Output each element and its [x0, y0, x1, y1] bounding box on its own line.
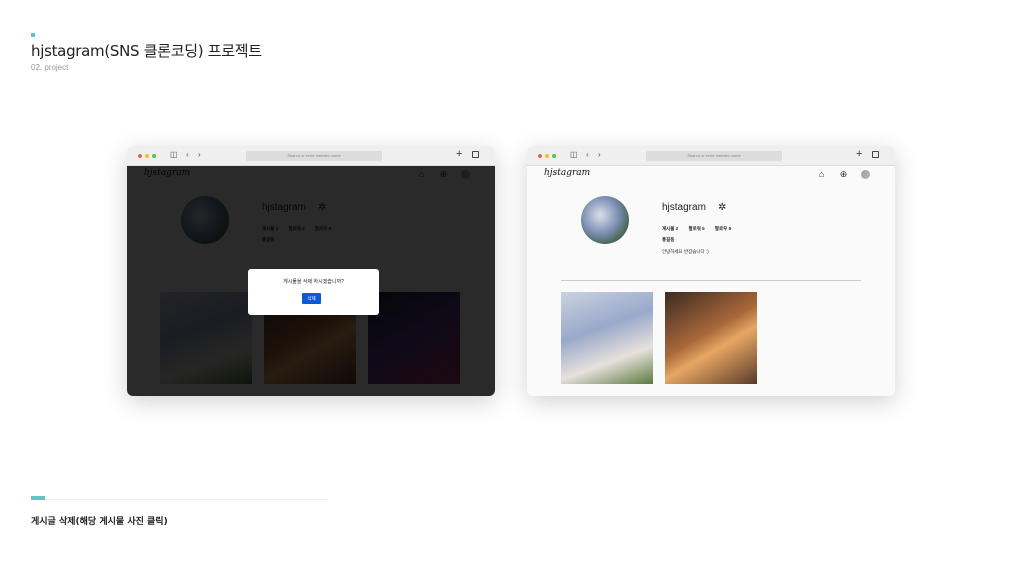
maximize-dot-icon[interactable]: [152, 154, 156, 158]
stat-following[interactable]: 팔로우 5: [715, 226, 731, 231]
browser-titlebar: ◫ ‹ › Search or enter website name +: [127, 146, 495, 166]
profile-name: 홍길동: [662, 237, 675, 242]
new-tab-icon[interactable]: +: [856, 148, 862, 160]
forward-icon[interactable]: ›: [198, 150, 201, 159]
close-dot-icon[interactable]: [138, 154, 142, 158]
close-dot-icon[interactable]: [538, 154, 542, 158]
tabs-overview-icon[interactable]: [872, 151, 879, 158]
maximize-dot-icon[interactable]: [552, 154, 556, 158]
minimize-dot-icon[interactable]: [545, 154, 549, 158]
profile-divider: [561, 280, 861, 281]
profile-bio: 안녕하세요 반갑습니다 :): [662, 249, 709, 254]
browser-window-delete-modal: ◫ ‹ › Search or enter website name + hjs…: [127, 146, 495, 396]
forward-icon[interactable]: ›: [598, 150, 601, 159]
url-bar[interactable]: Search or enter website name: [246, 151, 382, 161]
post-photo[interactable]: [665, 292, 757, 384]
app-logo[interactable]: hjstagram: [544, 168, 590, 178]
profile-username: hjstagram: [662, 202, 706, 213]
delete-confirm-modal: 게시물을 삭제 하시겠습니까? 삭제: [248, 269, 379, 315]
title-accent: [31, 33, 35, 37]
add-post-icon[interactable]: ⊕: [839, 170, 848, 179]
new-tab-icon[interactable]: +: [456, 148, 462, 160]
browser-window-profile: ◫ ‹ › Search or enter website name + hjs…: [527, 146, 895, 396]
caption-divider: [31, 499, 328, 500]
avatar[interactable]: [861, 170, 870, 179]
url-bar[interactable]: Search or enter website name: [646, 151, 782, 161]
caption-accent: [31, 496, 45, 500]
stat-posts: 게시물 2: [662, 226, 679, 231]
sidebar-icon[interactable]: ◫: [170, 150, 178, 159]
back-icon[interactable]: ‹: [586, 150, 589, 159]
slide-caption: 게시글 삭제(해당 게시물 사진 클릭): [31, 517, 168, 527]
profile-stats: 게시물 2 팔로워 5 팔로우 5: [662, 226, 740, 232]
app-content: hjstagram ⌂ ⊕ hjstagram ✲ 게시물 3 팔로워 4 팔로…: [127, 166, 495, 396]
browser-titlebar: ◫ ‹ › Search or enter website name +: [527, 146, 895, 166]
delete-button[interactable]: 삭제: [302, 293, 321, 304]
profile-picture[interactable]: [581, 196, 629, 244]
page-title: hjstagram(SNS 클론코딩) 프로젝트: [31, 42, 262, 60]
stat-followers[interactable]: 팔로워 5: [688, 226, 704, 231]
home-icon[interactable]: ⌂: [817, 170, 826, 179]
sidebar-icon[interactable]: ◫: [570, 150, 578, 159]
modal-message: 게시물을 삭제 하시겠습니까?: [283, 279, 344, 285]
back-icon[interactable]: ‹: [186, 150, 189, 159]
page-subtitle: 02. project: [31, 63, 69, 72]
tabs-overview-icon[interactable]: [472, 151, 479, 158]
post-photo[interactable]: [561, 292, 653, 384]
app-content: hjstagram ⌂ ⊕ hjstagram ✲ 게시물 2 팔로워 5 팔로…: [527, 166, 895, 396]
minimize-dot-icon[interactable]: [145, 154, 149, 158]
settings-gear-icon[interactable]: ✲: [718, 202, 726, 213]
